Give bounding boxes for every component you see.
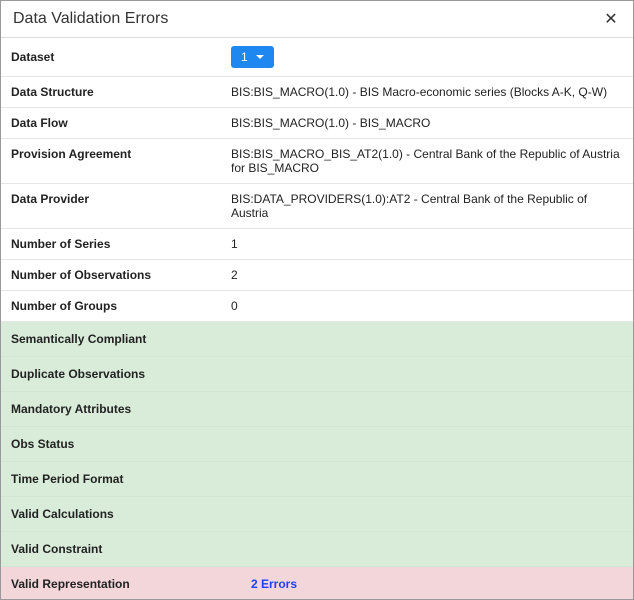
validation-label: Duplicate Observations (11, 367, 251, 381)
info-label-data-provider: Data Provider (11, 192, 231, 206)
validation-value-errors[interactable]: 2 Errors (251, 577, 623, 591)
validation-row-valid-calculations[interactable]: Valid Calculations (1, 497, 633, 532)
info-row-data-flow: Data Flow BIS:BIS_MACRO(1.0) - BIS_MACRO (1, 108, 633, 139)
info-value-data-provider: BIS:DATA_PROVIDERS(1.0):AT2 - Central Ba… (231, 192, 623, 220)
validation-row-valid-representation[interactable]: Valid Representation 2 Errors (1, 567, 633, 600)
info-row-number-of-observations: Number of Observations 2 (1, 260, 633, 291)
info-value-number-of-series: 1 (231, 237, 623, 251)
info-value-number-of-groups: 0 (231, 299, 623, 313)
validation-label: Obs Status (11, 437, 251, 451)
validation-row-duplicate-observations[interactable]: Duplicate Observations (1, 357, 633, 392)
info-label-data-flow: Data Flow (11, 116, 231, 130)
info-row-number-of-series: Number of Series 1 (1, 229, 633, 260)
chevron-down-icon (256, 55, 264, 59)
validation-row-valid-constraint[interactable]: Valid Constraint (1, 532, 633, 567)
info-section: Dataset 1 Data Structure BIS:BIS_MACRO(1… (1, 38, 633, 322)
dataset-select[interactable]: 1 (231, 46, 274, 68)
info-value-provision-agreement: BIS:BIS_MACRO_BIS_AT2(1.0) - Central Ban… (231, 147, 623, 175)
info-label-number-of-series: Number of Series (11, 237, 231, 251)
close-icon: ✕ (604, 9, 617, 29)
info-value-number-of-observations: 2 (231, 268, 623, 282)
validation-row-obs-status[interactable]: Obs Status (1, 427, 633, 462)
info-row-data-structure: Data Structure BIS:BIS_MACRO(1.0) - BIS … (1, 77, 633, 108)
validation-label: Semantically Compliant (11, 332, 251, 346)
info-value-data-flow: BIS:BIS_MACRO(1.0) - BIS_MACRO (231, 116, 623, 130)
info-row-dataset: Dataset 1 (1, 38, 633, 77)
info-row-number-of-groups: Number of Groups 0 (1, 291, 633, 322)
info-row-data-provider: Data Provider BIS:DATA_PROVIDERS(1.0):AT… (1, 184, 633, 229)
validation-label: Valid Representation (11, 577, 251, 591)
validation-label: Mandatory Attributes (11, 402, 251, 416)
info-label-number-of-observations: Number of Observations (11, 268, 231, 282)
validation-section: Semantically Compliant Duplicate Observa… (1, 322, 633, 600)
validation-row-mandatory-attributes[interactable]: Mandatory Attributes (1, 392, 633, 427)
validation-row-time-period-format[interactable]: Time Period Format (1, 462, 633, 497)
info-value-data-structure: BIS:BIS_MACRO(1.0) - BIS Macro-economic … (231, 85, 623, 99)
info-label-dataset: Dataset (11, 50, 231, 64)
info-label-data-structure: Data Structure (11, 85, 231, 99)
validation-row-semantically-compliant[interactable]: Semantically Compliant (1, 322, 633, 357)
dialog-header: Data Validation Errors ✕ (1, 1, 633, 38)
validation-errors-dialog: Data Validation Errors ✕ Dataset 1 Data … (0, 0, 634, 600)
close-button[interactable]: ✕ (601, 9, 621, 29)
validation-label: Valid Calculations (11, 507, 251, 521)
info-value-dataset: 1 (231, 46, 623, 68)
dialog-title: Data Validation Errors (13, 10, 168, 28)
dataset-selected-value: 1 (241, 50, 248, 64)
validation-label: Time Period Format (11, 472, 251, 486)
info-label-provision-agreement: Provision Agreement (11, 147, 231, 161)
validation-label: Valid Constraint (11, 542, 251, 556)
info-label-number-of-groups: Number of Groups (11, 299, 231, 313)
info-row-provision-agreement: Provision Agreement BIS:BIS_MACRO_BIS_AT… (1, 139, 633, 184)
